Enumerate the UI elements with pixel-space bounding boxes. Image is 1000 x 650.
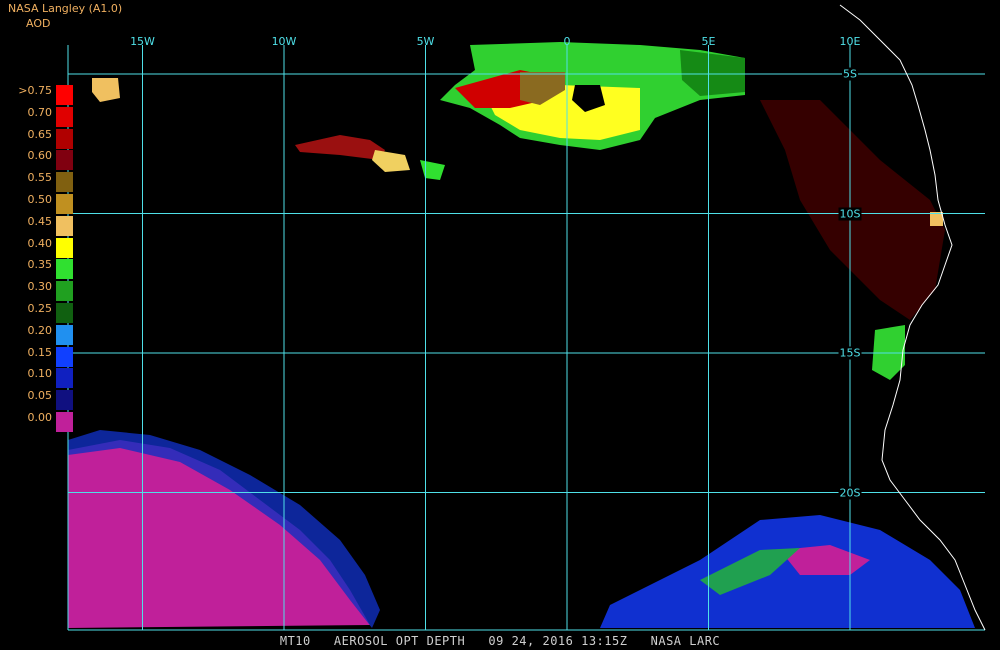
legend-swatch bbox=[56, 215, 73, 236]
legend-swatch bbox=[56, 368, 73, 389]
legend-swatch bbox=[56, 281, 73, 302]
legend-swatch bbox=[56, 194, 73, 214]
legend-label: 0.05 bbox=[27, 389, 53, 403]
latitude-label: 15S bbox=[838, 346, 862, 360]
low-aod-southeast bbox=[600, 515, 975, 628]
aerosol-patches bbox=[68, 42, 975, 628]
plume-mid-yellow bbox=[372, 150, 410, 172]
longitude-label: 5W bbox=[416, 35, 435, 48]
legend-swatch bbox=[56, 172, 73, 193]
legend-label: 0.00 bbox=[27, 411, 53, 424]
legend-swatch bbox=[56, 324, 73, 345]
legend-label: 0.25 bbox=[27, 302, 53, 315]
legend-swatch bbox=[56, 237, 73, 258]
legend-label: 0.10 bbox=[27, 367, 53, 381]
legend-label: 0.45 bbox=[27, 214, 53, 228]
legend-label: >0.75 bbox=[18, 84, 52, 97]
map-caption: MT10 AEROSOL OPT DEPTH 09 24, 2016 13:15… bbox=[279, 634, 721, 648]
latitude-label: 20S bbox=[838, 486, 862, 499]
legend-label: 0.15 bbox=[27, 345, 53, 359]
longitude-label: 0 bbox=[563, 35, 571, 48]
parameter-label: AOD bbox=[26, 17, 51, 30]
legend-swatch bbox=[56, 128, 73, 149]
legend-swatch bbox=[56, 150, 73, 171]
longitude-label: 10E bbox=[839, 35, 861, 48]
latitude-label: 5S bbox=[842, 67, 858, 81]
legend-label: 0.70 bbox=[27, 105, 53, 119]
legend-swatch bbox=[56, 303, 73, 323]
plume-mid bbox=[295, 135, 385, 160]
legend-swatch bbox=[56, 390, 73, 411]
legend-label: 0.65 bbox=[27, 127, 53, 141]
legend-label: 0.55 bbox=[27, 171, 53, 185]
legend-label: 0.30 bbox=[27, 280, 53, 294]
longitude-label: 5E bbox=[701, 35, 716, 48]
plume-nw bbox=[92, 78, 120, 102]
latitude-label: 10S bbox=[838, 207, 862, 220]
product-title: NASA Langley (A1.0) bbox=[8, 2, 123, 15]
legend-swatch bbox=[56, 412, 73, 432]
coast-tan bbox=[930, 212, 943, 226]
legend-label: 0.40 bbox=[27, 236, 53, 250]
legend-label: 0.20 bbox=[27, 323, 53, 337]
legend-swatch bbox=[56, 106, 73, 127]
legend-label: 0.35 bbox=[27, 258, 53, 272]
longitude-label: 15W bbox=[130, 35, 155, 48]
color-legend: >0.75 0.70 0.65 0.60 0.55 0.50 0.45 0.40 0.35 0.3… bbox=[0, 75, 80, 435]
plume-mid-green bbox=[420, 160, 445, 180]
longitude-label: 10W bbox=[271, 35, 297, 48]
legend-label: 0.60 bbox=[27, 149, 53, 163]
legend-label: 0.50 bbox=[27, 193, 53, 206]
legend-swatch bbox=[56, 346, 73, 367]
legend-swatch bbox=[56, 259, 73, 280]
legend-swatch bbox=[56, 85, 73, 105]
map-viewer: NASA Langley (A1.0) AOD 15W 10W 5W 0 5E 10E 5… bbox=[0, 0, 1000, 650]
aerosol-map bbox=[67, 4, 986, 631]
